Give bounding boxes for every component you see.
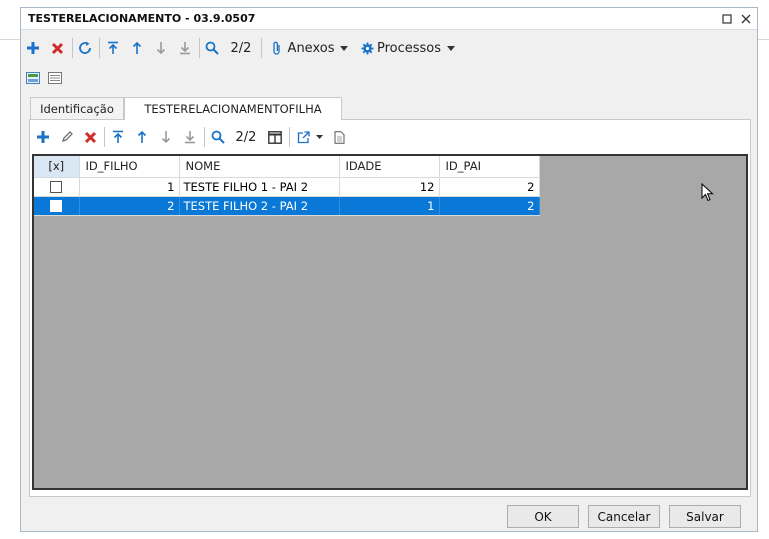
toolbar-separator [72, 38, 73, 58]
save-button[interactable]: Salvar [669, 505, 741, 528]
gear-icon[interactable] [359, 38, 375, 58]
cell-id-pai[interactable]: 2 [439, 177, 540, 197]
mouse-cursor-icon [701, 182, 715, 206]
delete-icon[interactable] [48, 38, 66, 58]
background-divider [758, 39, 769, 40]
window-title: TESTERELACIONAMENTO - 03.9.0507 [28, 12, 256, 25]
cell-idade[interactable]: 12 [339, 177, 440, 197]
row-checkbox[interactable] [50, 181, 63, 193]
column-header-select[interactable]: [x] [34, 156, 80, 178]
table-row[interactable]: 2 TESTE FILHO 2 - PAI 2 1 2 [34, 196, 540, 216]
column-header-nome[interactable]: NOME [179, 156, 340, 178]
add-icon[interactable] [34, 127, 52, 147]
chevron-down-icon[interactable] [445, 38, 457, 58]
toolbar-separator [104, 127, 105, 147]
tab-testerelacionamentofilha[interactable]: TESTERELACIONAMENTOFILHA [124, 97, 342, 120]
column-header-id-pai[interactable]: ID_PAI [439, 156, 540, 178]
row-select-cell[interactable] [34, 177, 80, 197]
list-view-icon[interactable] [47, 68, 63, 88]
cell-nome[interactable]: TESTE FILHO 1 - PAI 2 [179, 177, 340, 197]
toolbar-separator [204, 127, 205, 147]
background-divider [0, 39, 20, 40]
first-record-icon[interactable] [109, 127, 127, 147]
last-record-icon[interactable] [176, 38, 194, 58]
record-counter: 2/2 [235, 129, 257, 145]
main-toolbar: 2/2 Anexos Processos [21, 35, 757, 61]
processos-menu[interactable]: Processos [377, 38, 441, 58]
chevron-down-icon[interactable] [338, 38, 350, 58]
toolbar-separator [99, 38, 100, 58]
record-counter: 2/2 [230, 40, 252, 56]
title-bar: TESTERELACIONAMENTO - 03.9.0507 [21, 8, 757, 30]
add-icon[interactable] [24, 38, 42, 58]
chevron-down-icon[interactable] [314, 127, 324, 147]
toolbar-separator [199, 38, 200, 58]
first-record-icon[interactable] [104, 38, 122, 58]
tab-identificacao[interactable]: Identificação [30, 97, 124, 119]
toolbar-separator [289, 127, 290, 147]
close-icon[interactable] [737, 10, 755, 28]
export-icon[interactable] [294, 127, 312, 147]
table-row[interactable]: 1 TESTE FILHO 1 - PAI 2 12 2 [34, 177, 540, 197]
cell-id-filho[interactable]: 1 [79, 177, 180, 197]
cell-id-filho[interactable]: 2 [79, 196, 180, 216]
search-icon[interactable] [209, 127, 227, 147]
anexos-menu[interactable]: Anexos [288, 38, 335, 58]
maximize-icon[interactable] [718, 10, 736, 28]
columns-icon[interactable] [266, 127, 284, 147]
previous-record-icon[interactable] [133, 127, 151, 147]
document-icon[interactable] [331, 127, 347, 147]
dialog-window: TESTERELACIONAMENTO - 03.9.0507 2/2 Anex… [20, 7, 758, 532]
cancel-button[interactable]: Cancelar [588, 505, 660, 528]
row-select-cell[interactable] [34, 196, 80, 216]
row-checkbox[interactable] [50, 200, 63, 212]
paperclip-icon[interactable] [269, 38, 285, 58]
cell-idade[interactable]: 1 [339, 196, 440, 216]
ok-button[interactable]: OK [507, 505, 579, 528]
edit-icon[interactable] [58, 127, 76, 147]
form-view-icon[interactable] [25, 68, 41, 88]
last-record-icon[interactable] [181, 127, 199, 147]
delete-icon[interactable] [81, 127, 99, 147]
column-header-id-filho[interactable]: ID_FILHO [79, 156, 180, 178]
grid-header-row: [x] ID_FILHO NOME IDADE ID_PAI [34, 156, 540, 178]
toolbar-separator [261, 38, 262, 58]
search-icon[interactable] [203, 38, 221, 58]
cell-id-pai[interactable]: 2 [439, 196, 540, 216]
previous-record-icon[interactable] [128, 38, 146, 58]
cell-nome[interactable]: TESTE FILHO 2 - PAI 2 [179, 196, 340, 216]
column-header-idade[interactable]: IDADE [339, 156, 440, 178]
data-grid: [x] ID_FILHO NOME IDADE ID_PAI 1 TESTE F… [32, 154, 748, 490]
next-record-icon[interactable] [152, 38, 170, 58]
refresh-icon[interactable] [76, 38, 94, 58]
grid-table: [x] ID_FILHO NOME IDADE ID_PAI 1 TESTE F… [34, 156, 540, 216]
next-record-icon[interactable] [157, 127, 175, 147]
